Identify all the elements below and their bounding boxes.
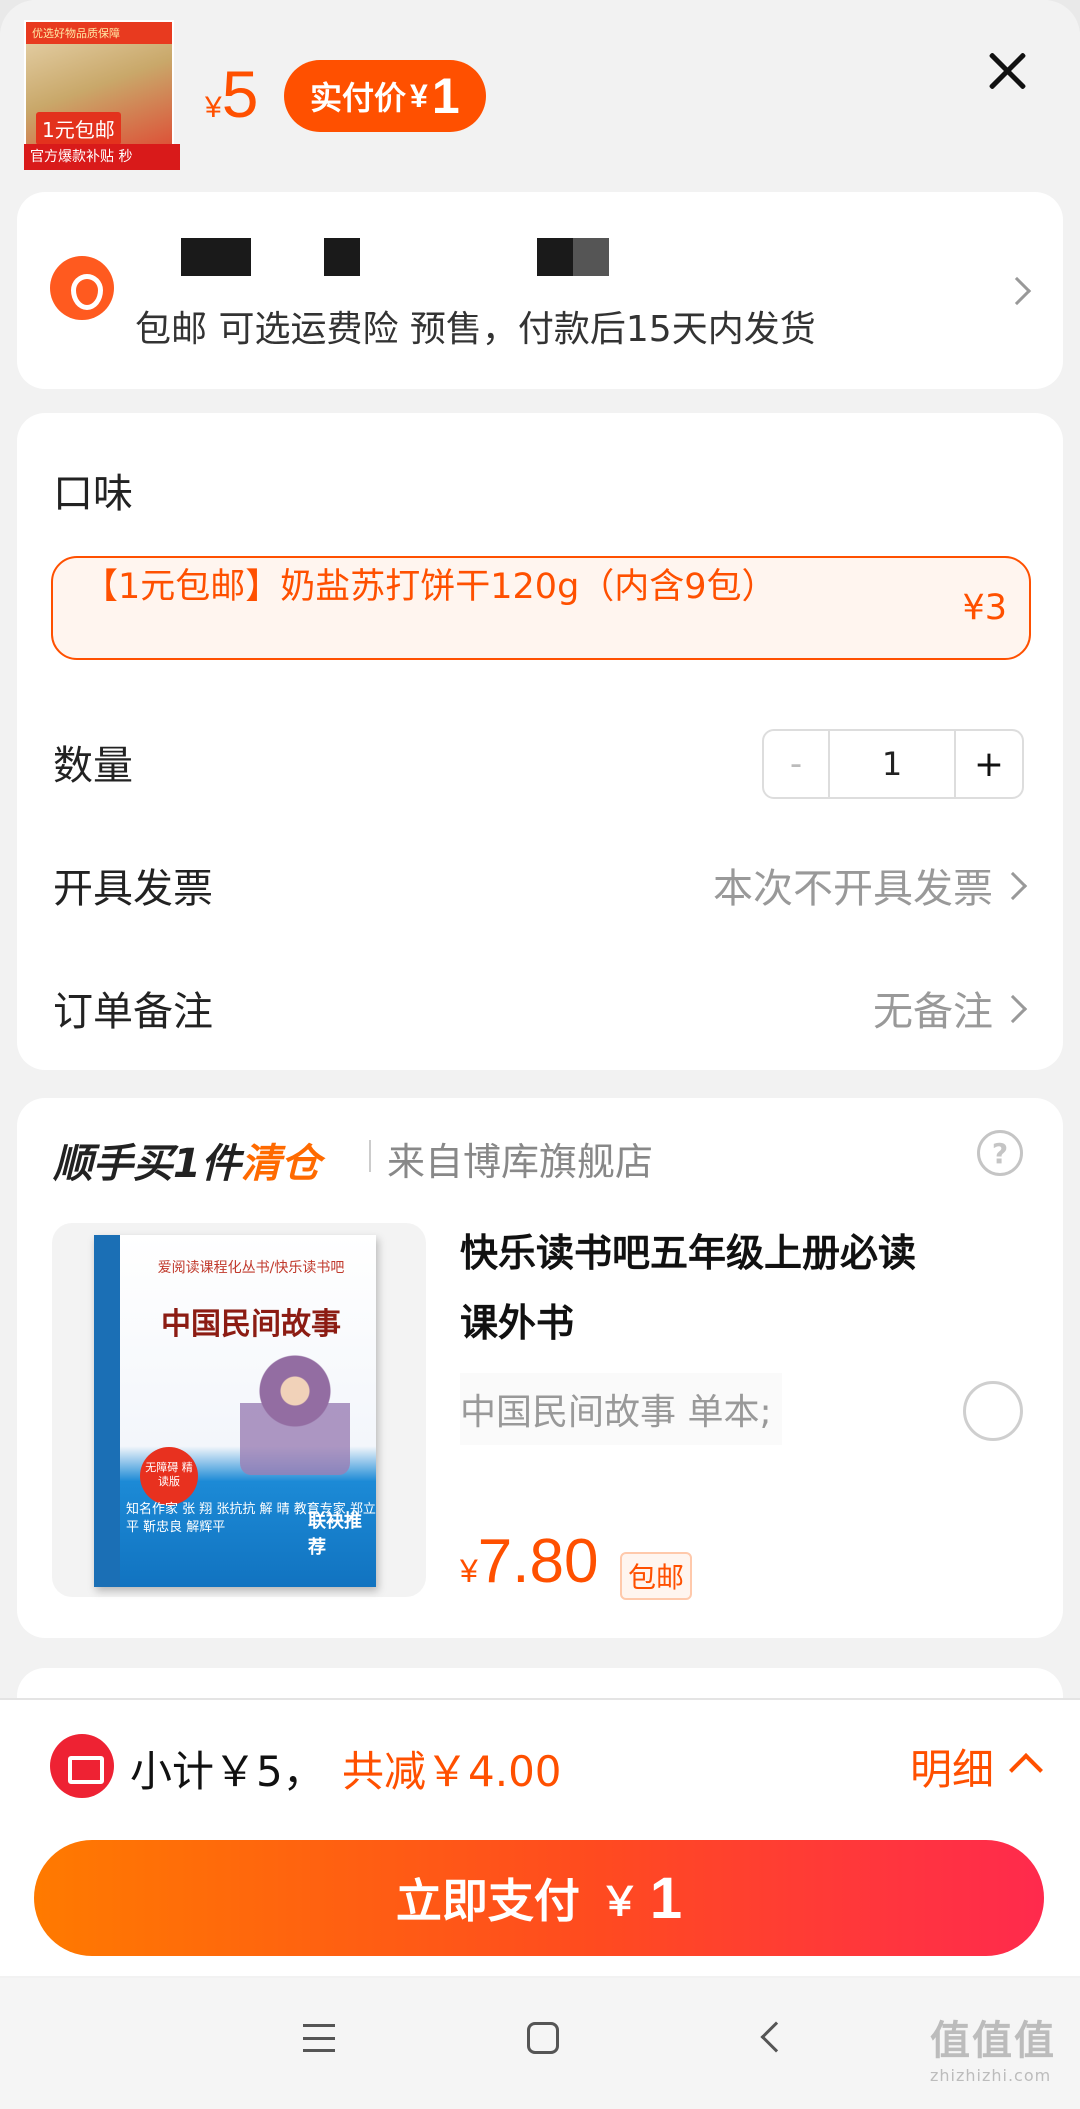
flavor-label: 口味: [53, 471, 133, 517]
actual-paid-badge: 实付价 ¥ 1: [284, 60, 486, 132]
redacted-block: [324, 238, 360, 276]
free-shipping-tag: 包邮: [620, 1552, 693, 1600]
checkout-sheet: 优选好物品质保障 1元包邮 官方爆款补贴 秒 ¥5 实付价 ¥ 1 包邮 可选运…: [0, 0, 1080, 2109]
addon-title-prefix: 顺手买1件: [53, 1141, 241, 1187]
quantity-label: 数量: [53, 743, 133, 789]
pay-button-currency: ￥: [599, 1880, 640, 1924]
price-detail-link[interactable]: 明细: [910, 1736, 994, 1797]
shipping-info: 包邮 可选运费险 预售，付款后15天内发货: [135, 309, 816, 350]
addon-product-name[interactable]: 快乐读书吧五年级上册必读课外书: [460, 1218, 930, 1358]
pay-button-value: 1: [649, 1865, 683, 1931]
price-value: 5: [221, 57, 259, 131]
options-card: 口味 【1元包邮】奶盐苏打饼干120g（内含9包） ¥3 数量 - 1 + 开具…: [17, 413, 1063, 1070]
chevron-up-icon[interactable]: [1009, 1753, 1043, 1787]
home-icon[interactable]: [527, 2022, 559, 2054]
addon-product-image[interactable]: 爱阅读课程化丛书/快乐读书吧 中国民间故事 无障碍 精读版 知名作家 张 翔 张…: [52, 1223, 426, 1597]
subtotal: 小计￥5，: [130, 1747, 325, 1796]
sheet-header: 优选好物品质保障 1元包邮 官方爆款补贴 秒 ¥5 实付价 ¥ 1: [0, 0, 1080, 190]
book-badge: 无障碍 精读版: [140, 1447, 198, 1505]
chevron-right-icon: [1002, 276, 1032, 306]
quantity-decrease-button[interactable]: -: [764, 731, 830, 797]
close-icon[interactable]: [986, 50, 1028, 92]
addon-title-highlight: 清仓: [240, 1141, 321, 1187]
help-icon[interactable]: ?: [977, 1130, 1023, 1176]
remark-label: 订单备注: [53, 989, 213, 1035]
invoice-value[interactable]: 本次不开具发票: [713, 856, 993, 914]
watermark-text: 值值值: [930, 2018, 1056, 2064]
addon-card: 顺手买1件清仓 来自博库旗舰店 ? 爱阅读课程化丛书/快乐读书吧 中国民间故事 …: [17, 1098, 1063, 1638]
system-nav-bar: 值值值 zhizhizhi.com: [0, 1978, 1080, 2109]
coupon-icon: [50, 1734, 114, 1798]
book-cover: 爱阅读课程化丛书/快乐读书吧 中国民间故事 无障碍 精读版 知名作家 张 翔 张…: [94, 1235, 376, 1587]
addon-title: 顺手买1件清仓: [53, 1131, 321, 1189]
currency-symbol: ¥: [205, 91, 222, 124]
address-card[interactable]: 包邮 可选运费险 预售，付款后15天内发货: [17, 192, 1063, 389]
paid-currency: ¥: [410, 77, 428, 114]
back-icon[interactable]: [760, 2021, 792, 2053]
location-pin-icon: [50, 256, 114, 320]
quantity-value[interactable]: 1: [830, 731, 956, 797]
quantity-increase-button[interactable]: +: [956, 731, 1022, 797]
redacted-block: [181, 238, 251, 276]
chevron-right-icon[interactable]: [998, 871, 1028, 901]
remark-value[interactable]: 无备注: [873, 979, 993, 1037]
quantity-stepper: - 1 +: [762, 729, 1024, 799]
spec-option-text: 【1元包邮】奶盐苏打饼干120g（内含9包）: [83, 567, 777, 607]
pay-button-label: 立即支付: [395, 1875, 580, 1927]
thumbnail-bottom-banner: 官方爆款补贴 秒: [24, 144, 180, 170]
book-title: 中国民间故事: [161, 1307, 341, 1342]
addon-price: ¥7.80: [460, 1526, 598, 1597]
menu-icon[interactable]: [303, 2024, 335, 2052]
paid-label: 实付价: [310, 80, 407, 116]
addon-price-value: 7.80: [477, 1527, 599, 1596]
total-discount: 共减￥4.00: [342, 1747, 562, 1796]
redacted-block: [537, 238, 609, 276]
currency-symbol: ¥: [460, 1553, 478, 1589]
thumbnail-badge: 1元包邮: [36, 112, 121, 145]
spec-option-price: ¥3: [962, 588, 1007, 628]
thumbnail-top-banner: 优选好物品质保障: [26, 22, 172, 44]
watermark-url: zhizhizhi.com: [930, 2066, 1052, 2085]
book-series: 爱阅读课程化丛书/快乐读书吧: [157, 1260, 345, 1276]
paid-value: 1: [431, 68, 460, 124]
pay-now-button[interactable]: 立即支付 ￥ 1: [34, 1840, 1044, 1956]
checkout-bar: 小计￥5， 共减￥4.00 明细 立即支付 ￥ 1: [0, 1698, 1080, 1976]
book-recommend: 联袂推荐: [308, 1511, 362, 1558]
product-price: ¥5: [205, 56, 258, 132]
chevron-right-icon[interactable]: [998, 994, 1028, 1024]
divider: [369, 1140, 371, 1172]
addon-product-spec[interactable]: 中国民间故事 单本;: [460, 1373, 782, 1445]
invoice-label: 开具发票: [53, 866, 213, 912]
watermark: 值值值 zhizhizhi.com: [930, 2008, 1070, 2085]
addon-store-name: 来自博库旗舰店: [387, 1140, 654, 1184]
spec-option-selected[interactable]: 【1元包邮】奶盐苏打饼干120g（内含9包） ¥3: [51, 556, 1031, 660]
addon-select-radio[interactable]: [963, 1381, 1023, 1441]
book-illustration: [240, 1355, 350, 1475]
